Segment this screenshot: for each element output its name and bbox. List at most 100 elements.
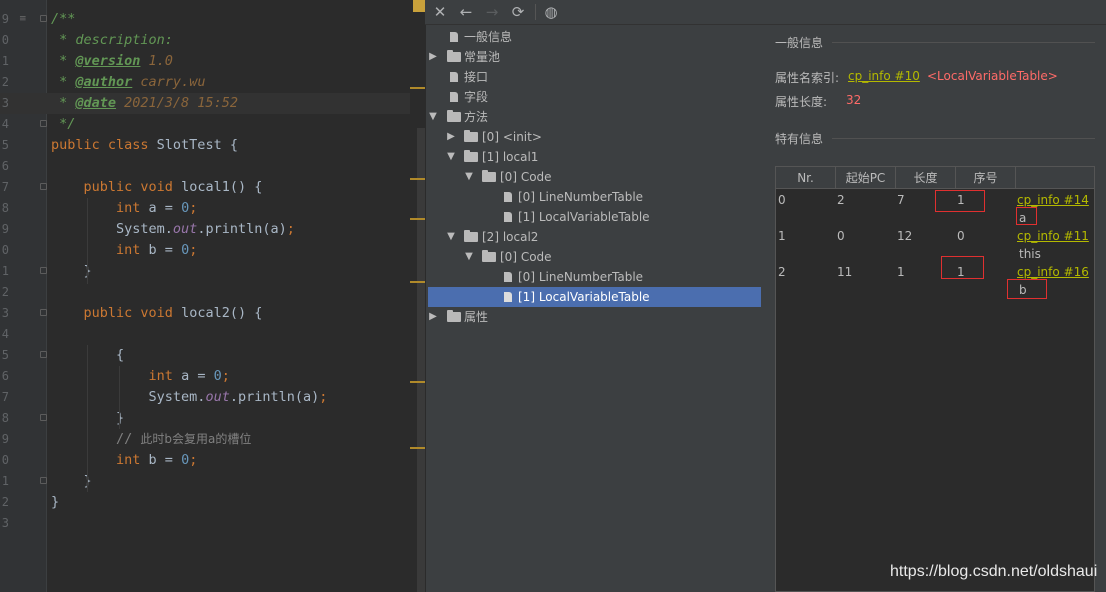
- stripe-marker[interactable]: [410, 281, 425, 283]
- tree-node-local1-code[interactable]: ▼ [0] Code: [428, 167, 766, 187]
- code-line[interactable]: 4: [0, 324, 425, 345]
- code-line[interactable]: 1 }: [0, 261, 425, 282]
- line-number[interactable]: 1: [0, 471, 9, 492]
- column-header-start-pc[interactable]: 起始PC: [836, 167, 896, 189]
- line-number[interactable]: 5: [0, 135, 9, 156]
- line-number[interactable]: 8: [0, 408, 9, 429]
- line-number[interactable]: 6: [0, 156, 9, 177]
- code-line[interactable]: 2 * @author carry.wu: [0, 72, 425, 93]
- code-line[interactable]: 2: [0, 282, 425, 303]
- fold-marker-icon[interactable]: [40, 414, 47, 421]
- line-number[interactable]: 2: [0, 492, 9, 513]
- tree-node-local2-line-number-table[interactable]: [0] LineNumberTable: [428, 267, 766, 287]
- code-line[interactable]: 6: [0, 156, 425, 177]
- line-number[interactable]: 0: [0, 240, 9, 261]
- render-doc-icon[interactable]: ≡: [19, 15, 28, 24]
- code-line[interactable]: 1 }: [0, 471, 425, 492]
- tree-node-local1-line-number-table[interactable]: [0] LineNumberTable: [428, 187, 766, 207]
- column-header-index[interactable]: 序号: [956, 167, 1016, 189]
- cell-name-link[interactable]: cp_info #11: [1017, 229, 1089, 243]
- tree-node-fields[interactable]: 字段: [428, 87, 766, 107]
- line-number[interactable]: 4: [0, 114, 9, 135]
- code-line[interactable]: 0 int b = 0;: [0, 240, 425, 261]
- line-number[interactable]: 9: [0, 9, 9, 30]
- collapse-arrow-icon[interactable]: ▼: [464, 247, 474, 267]
- arrow-right-icon[interactable]: →: [482, 2, 502, 22]
- fold-marker-icon[interactable]: [40, 309, 47, 316]
- line-number[interactable]: 3: [0, 303, 9, 324]
- code-line[interactable]: 9 ≡ /**: [0, 9, 425, 30]
- expand-arrow-icon[interactable]: ▶: [446, 127, 456, 147]
- tree-node-method-local1[interactable]: ▼ [1] local1: [428, 147, 766, 167]
- line-number[interactable]: 3: [0, 93, 9, 114]
- line-number[interactable]: 8: [0, 198, 9, 219]
- line-number[interactable]: 4: [0, 324, 9, 345]
- code-line[interactable]: 6 int a = 0;: [0, 366, 425, 387]
- tree-node-general-info[interactable]: 一般信息: [428, 27, 766, 47]
- expand-arrow-icon[interactable]: ▶: [428, 47, 438, 67]
- tree-node-methods[interactable]: ▼ 方法: [428, 107, 766, 127]
- code-line[interactable]: 9 System.out.println(a);: [0, 219, 425, 240]
- cell-name-link[interactable]: cp_info #14: [1017, 193, 1089, 207]
- column-header-length[interactable]: 长度: [896, 167, 956, 189]
- stripe-marker[interactable]: [410, 381, 425, 383]
- code-line[interactable]: 5 {: [0, 345, 425, 366]
- fold-marker-icon[interactable]: [40, 477, 47, 484]
- code-line[interactable]: 4 */: [0, 114, 425, 135]
- code-line[interactable]: 9 // 此时b会复用a的槽位: [0, 429, 425, 450]
- line-number[interactable]: 5: [0, 345, 9, 366]
- stripe-marker[interactable]: [410, 218, 425, 220]
- stripe-marker[interactable]: [410, 87, 425, 89]
- code-line[interactable]: 3 public void local2() {: [0, 303, 425, 324]
- line-number[interactable]: 9: [0, 429, 9, 450]
- line-number[interactable]: 0: [0, 450, 9, 471]
- line-number[interactable]: 1: [0, 51, 9, 72]
- tree-node-constant-pool[interactable]: ▶ 常量池: [428, 47, 766, 67]
- tree-node-attributes[interactable]: ▶ 属性: [428, 307, 766, 327]
- tree-node-method-init[interactable]: ▶ [0] <init>: [428, 127, 766, 147]
- tree-node-local1-local-variable-table[interactable]: [1] LocalVariableTable: [428, 207, 766, 227]
- stripe-marker[interactable]: [410, 447, 425, 449]
- collapse-arrow-icon[interactable]: ▼: [464, 167, 474, 187]
- tree-node-local2-local-variable-table[interactable]: [1] LocalVariableTable: [428, 287, 761, 307]
- line-number[interactable]: 7: [0, 177, 9, 198]
- refresh-icon[interactable]: ⟳: [508, 2, 528, 22]
- code-line[interactable]: 3 * @date 2021/3/8 15:52: [0, 93, 425, 114]
- code-line[interactable]: 7 System.out.println(a);: [0, 387, 425, 408]
- local-variable-table[interactable]: Nr. 起始PC 长度 序号 0 2 7 1 cp_info #14 a 1 0…: [775, 166, 1095, 592]
- tree-node-local2-code[interactable]: ▼ [0] Code: [428, 247, 766, 267]
- collapse-arrow-icon[interactable]: ▼: [446, 147, 456, 167]
- expand-arrow-icon[interactable]: ▶: [428, 307, 438, 327]
- line-number[interactable]: 0: [0, 30, 9, 51]
- line-number[interactable]: 3: [0, 513, 9, 534]
- line-number[interactable]: 7: [0, 387, 9, 408]
- warning-indicator-icon[interactable]: [413, 0, 425, 12]
- code-line[interactable]: 3: [0, 513, 425, 534]
- close-icon[interactable]: ✕: [430, 2, 450, 22]
- code-line[interactable]: 8 }: [0, 408, 425, 429]
- line-number[interactable]: 6: [0, 366, 9, 387]
- fold-marker-icon[interactable]: [40, 267, 47, 274]
- fold-marker-icon[interactable]: [40, 15, 47, 22]
- code-line[interactable]: 7 public void local1() {: [0, 177, 425, 198]
- cell-name-link[interactable]: cp_info #16: [1017, 265, 1089, 279]
- tree-node-method-local2[interactable]: ▼ [2] local2: [428, 227, 766, 247]
- collapse-arrow-icon[interactable]: ▼: [428, 107, 438, 127]
- code-editor[interactable]: 9 ≡/** 0 * description: 1 * @version 1.0 2 *…: [0, 0, 425, 592]
- fold-marker-icon[interactable]: [40, 120, 47, 127]
- name-index-link[interactable]: cp_info #10: [848, 69, 920, 83]
- code-line[interactable]: 0 int b = 0;: [0, 450, 425, 471]
- line-number[interactable]: 1: [0, 261, 9, 282]
- arrow-left-icon[interactable]: ←: [456, 2, 476, 22]
- globe-icon[interactable]: ◍: [541, 2, 561, 22]
- code-line[interactable]: 8 int a = 0;: [0, 198, 425, 219]
- stripe-marker[interactable]: [410, 178, 425, 180]
- column-header-nr[interactable]: Nr.: [776, 167, 836, 189]
- code-line[interactable]: 2}: [0, 492, 425, 513]
- tree-node-interfaces[interactable]: 接口: [428, 67, 766, 87]
- fold-marker-icon[interactable]: [40, 183, 47, 190]
- collapse-arrow-icon[interactable]: ▼: [446, 227, 456, 247]
- line-number[interactable]: 2: [0, 282, 9, 303]
- line-number[interactable]: 2: [0, 72, 9, 93]
- code-line[interactable]: 5 public class SlotTest {: [0, 135, 425, 156]
